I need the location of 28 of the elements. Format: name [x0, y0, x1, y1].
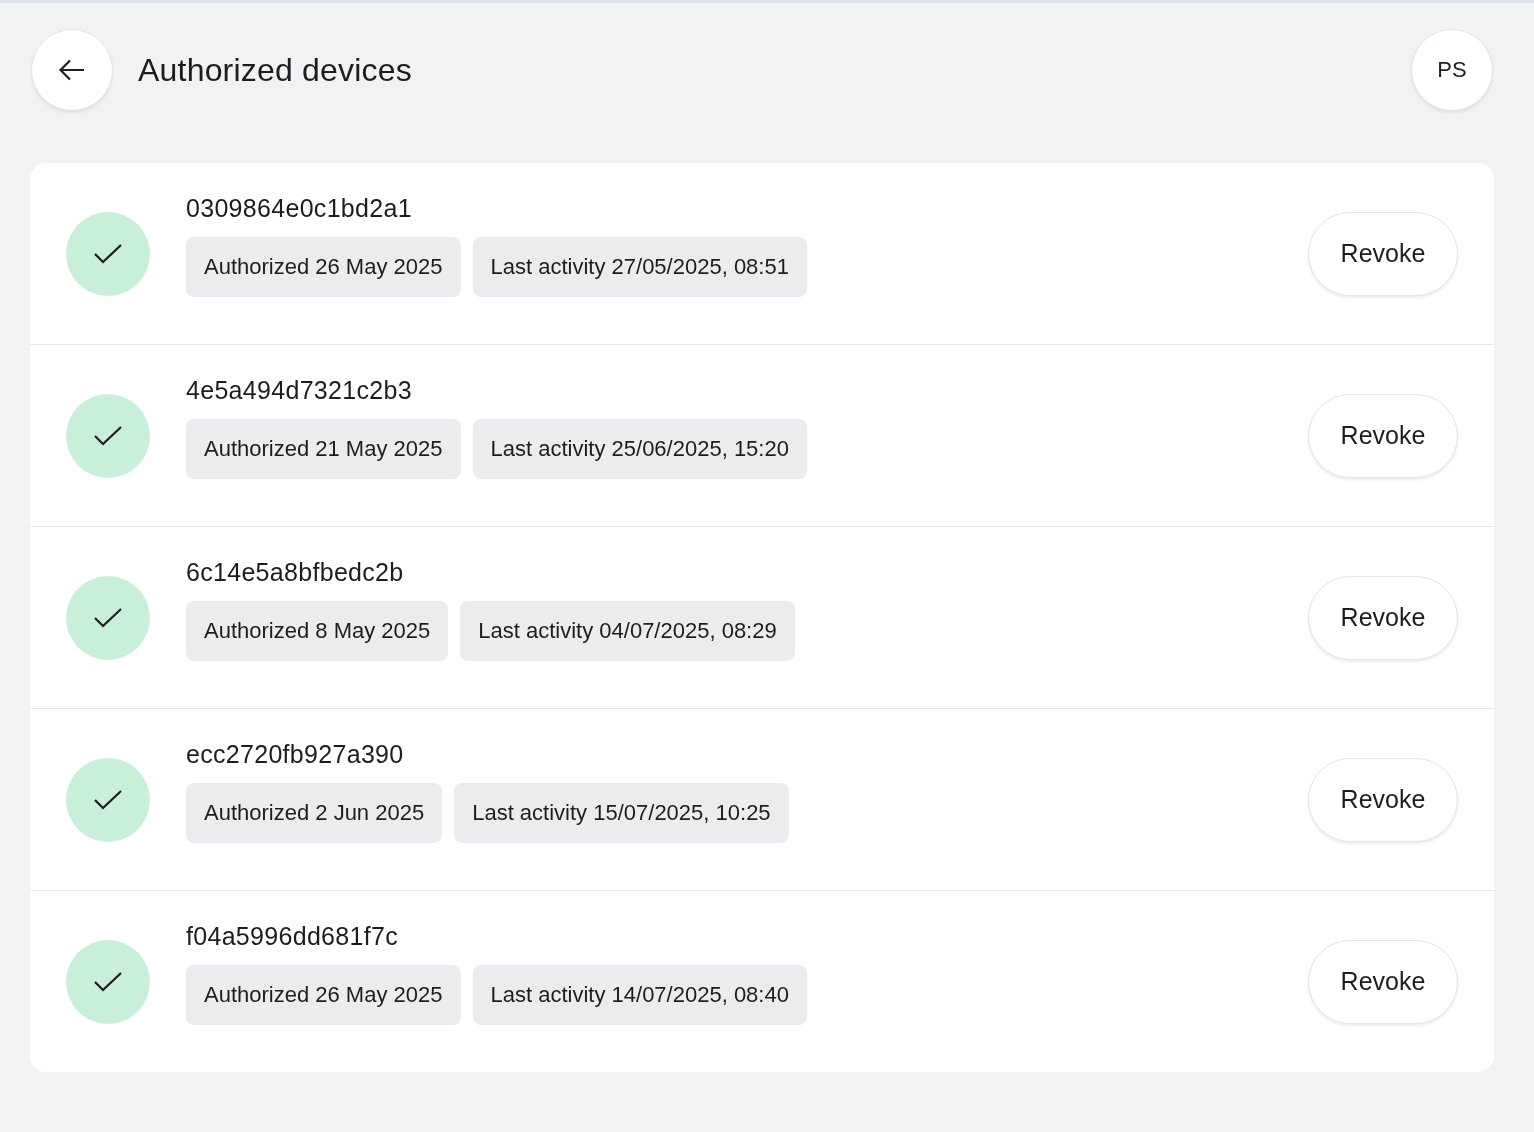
device-id: 0309864e0c1bd2a1	[186, 194, 413, 223]
authorized-date-tag: Authorized 26 May 2025	[186, 237, 461, 297]
revoke-button[interactable]: Revoke	[1308, 575, 1458, 660]
device-id: ecc2720fb927a390	[186, 740, 405, 769]
checkmark-icon	[94, 971, 122, 992]
last-activity-tag: Last activity 15/07/2025, 10:25	[454, 783, 789, 843]
back-arrow-icon	[59, 59, 85, 81]
revoke-button[interactable]: Revoke	[1308, 393, 1458, 478]
device-id: f04a5996dd681f7c	[186, 922, 399, 951]
authorized-date-tag: Authorized 21 May 2025	[186, 419, 461, 479]
checkmark-icon	[94, 425, 122, 446]
last-activity-tag: Last activity 27/05/2025, 08:51	[472, 237, 807, 297]
revoke-button[interactable]: Revoke	[1308, 757, 1458, 842]
revoke-button[interactable]: Revoke	[1308, 939, 1458, 1024]
page-title: Authorized devices	[138, 51, 413, 89]
checkmark-icon	[94, 607, 122, 628]
last-activity-tag: Last activity 25/06/2025, 15:20	[472, 419, 807, 479]
last-activity-tag: Last activity 04/07/2025, 08:29	[460, 601, 795, 661]
last-activity-tag: Last activity 14/07/2025, 08:40	[472, 965, 807, 1025]
authorized-date-tag: Authorized 8 May 2025	[186, 601, 449, 661]
revoke-button[interactable]: Revoke	[1308, 211, 1458, 296]
device-id: 4e5a494d7321c2b3	[186, 376, 413, 405]
authorized-date-tag: Authorized 2 Jun 2025	[186, 783, 443, 843]
checkmark-icon	[94, 243, 122, 264]
checkmark-icon	[94, 789, 122, 810]
authorized-date-tag: Authorized 26 May 2025	[186, 965, 461, 1025]
user-avatar[interactable]: PS	[1411, 29, 1493, 111]
device-id: 6c14e5a8bfbedc2b	[186, 558, 405, 587]
